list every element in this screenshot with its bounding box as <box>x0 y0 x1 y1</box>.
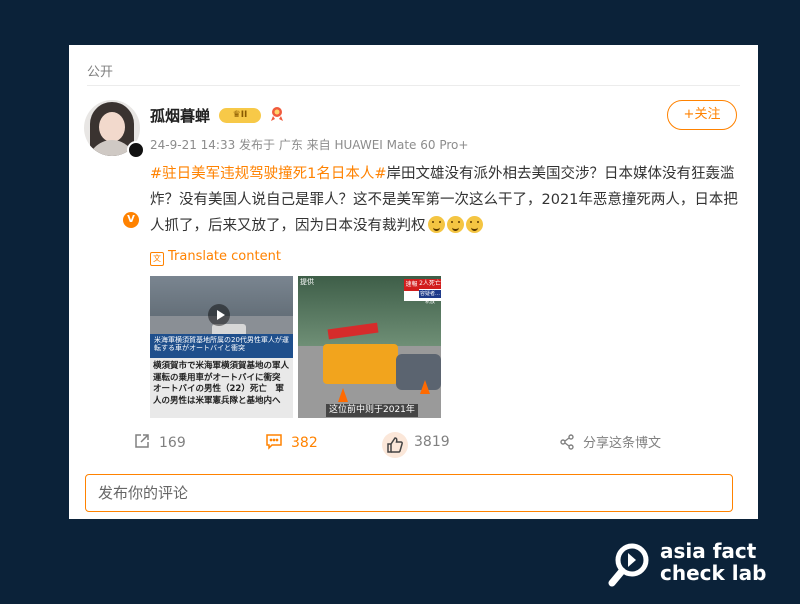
visibility-label: 公开 <box>87 65 114 80</box>
action-bar: 169 382 3819 分享这条博文 <box>69 428 758 458</box>
play-icon[interactable] <box>208 304 230 326</box>
share-icon <box>560 434 574 450</box>
watermark: asia fact check lab <box>608 540 778 592</box>
medal-icon[interactable] <box>270 106 284 122</box>
repost-button[interactable]: 169 <box>133 432 186 451</box>
news-tag: 速報 2人死亡事故 容疑者…釈放 <box>404 279 441 305</box>
doge-emoji-icon <box>465 216 483 233</box>
doge-emoji-icon <box>427 216 445 233</box>
translate-icon: 文 <box>150 252 164 266</box>
hashtag-link[interactable]: #驻日美军违规驾驶撞死1名日本人# <box>150 166 387 182</box>
watermark-line2: check lab <box>660 561 767 585</box>
image-caption: 横須賀市で米海軍横須賀基地の軍人運転の乗用車がオートバイに衝突 オートバイの男性… <box>153 361 290 406</box>
repost-icon <box>135 434 149 448</box>
thumbs-up-icon <box>382 432 408 458</box>
comment-icon <box>266 434 282 450</box>
divider <box>87 85 740 86</box>
follow-button[interactable]: +关注 <box>667 100 737 130</box>
image-banner-text: 米海軍横須賀基地所属の20代男性軍人が運転する車がオートバイと衝突 <box>150 334 293 358</box>
post-card: 公开 孤烟暮蝉 ♛ II 24-9-21 14:33 发布于 广东 来自 HUA… <box>69 45 758 519</box>
watermark-line1: asia fact <box>660 539 757 563</box>
post-text: #驻日美军违规驾驶撞死1名日本人#岸田文雄没有派外相去美国交涉？日本媒体没有狂轰… <box>150 161 740 239</box>
magnifier-logo-icon <box>608 543 649 587</box>
like-button[interactable]: 3819 <box>382 432 450 458</box>
avatar-badge-icon <box>127 141 145 159</box>
member-level-badge[interactable]: ♛ II <box>219 108 261 123</box>
share-button[interactable]: 分享这条博文 <box>559 432 661 451</box>
post-meta: 24-9-21 14:33 发布于 广东 来自 HUAWEI Mate 60 P… <box>150 138 469 152</box>
image-caption: 这位前中则于2021年 <box>326 404 418 417</box>
comment-input[interactable]: 发布你的评论 <box>85 474 733 512</box>
translate-link[interactable]: 文 Translate content <box>150 249 281 266</box>
username[interactable]: 孤烟暮蝉 <box>150 105 210 126</box>
image-corner-text: 提供 <box>300 278 314 286</box>
post-image-2[interactable]: 提供 速報 2人死亡事故 容疑者…釈放 这位前中则于2021年 <box>298 276 441 418</box>
comment-button[interactable]: 382 <box>265 432 318 451</box>
post-image-1[interactable]: 米海軍横須賀基地所属の20代男性軍人が運転する車がオートバイと衝突 横須賀市で米… <box>150 276 293 418</box>
verified-v-icon: V <box>123 212 139 228</box>
doge-emoji-icon <box>446 216 464 233</box>
